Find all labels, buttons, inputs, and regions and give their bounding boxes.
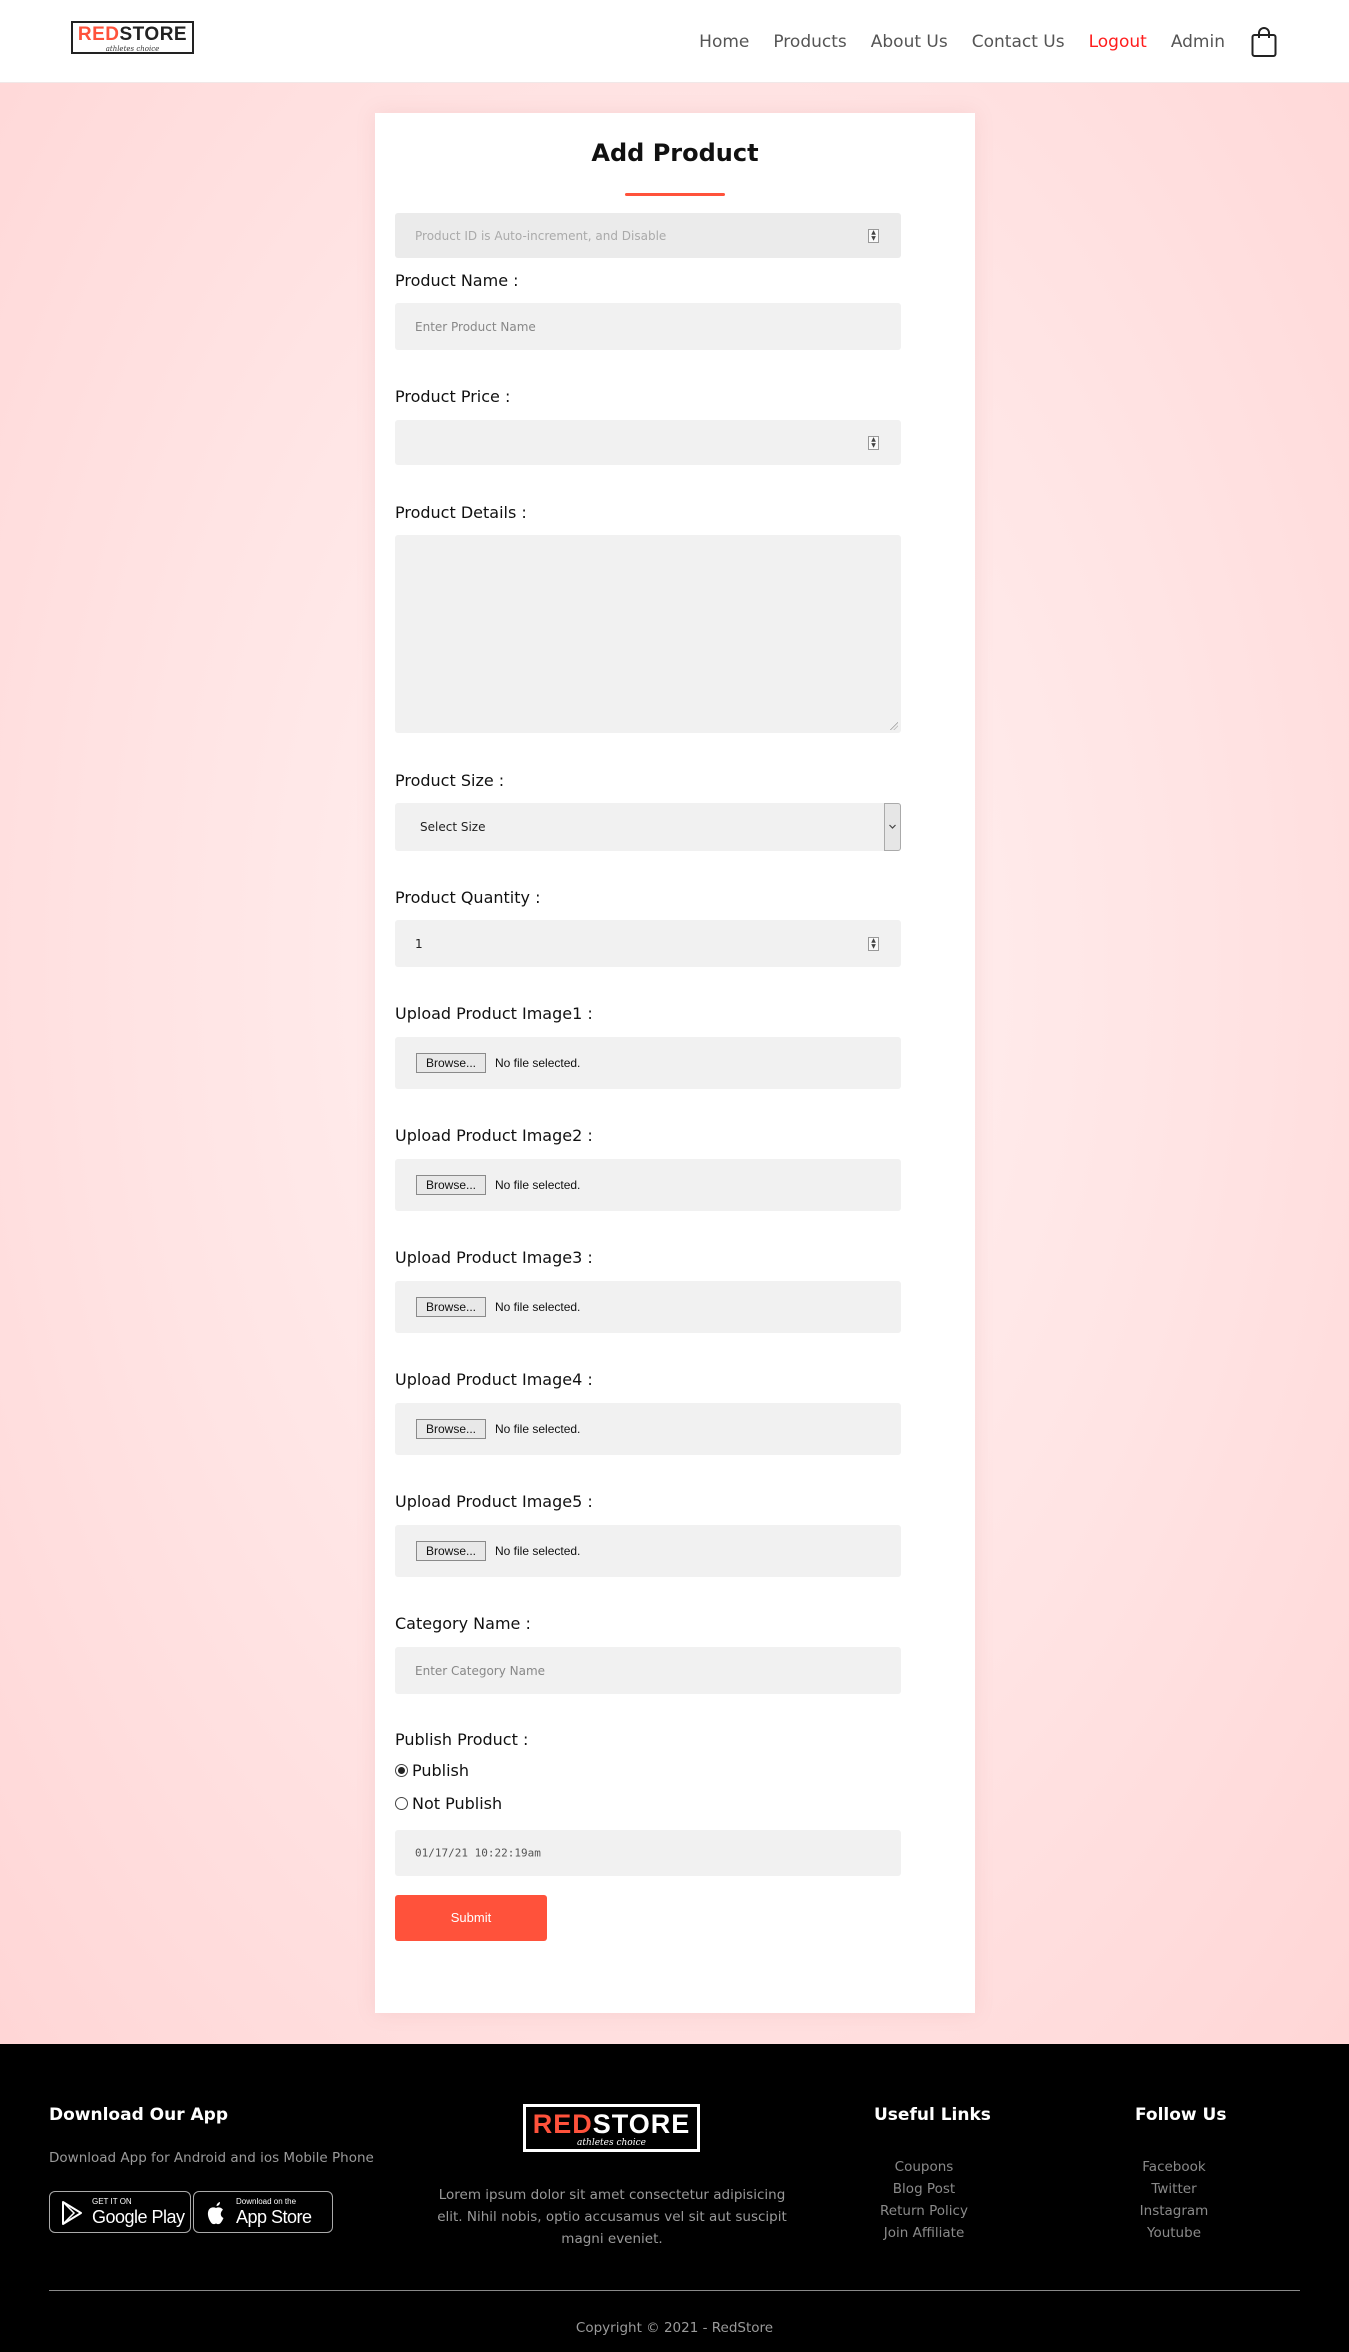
product-name-label: Product Name :: [395, 271, 519, 290]
nav-logout[interactable]: Logout: [1089, 32, 1147, 52]
download-app-title: Download Our App: [49, 2105, 229, 2125]
upload-image5-field: Browse... No file selected.: [395, 1525, 901, 1577]
main-content: Add Product Product ID is Auto-increment…: [0, 83, 1349, 2044]
link-instagram[interactable]: Instagram: [1084, 2200, 1264, 2222]
nav-about-us[interactable]: About Us: [871, 32, 948, 52]
link-coupons[interactable]: Coupons: [834, 2156, 1014, 2178]
spinner-icon: ▲ ▼: [868, 228, 879, 243]
browse-button[interactable]: Browse...: [416, 1419, 487, 1439]
radio-unchecked-icon[interactable]: [395, 1797, 408, 1810]
product-details-textarea[interactable]: [395, 535, 901, 733]
file-status: No file selected.: [495, 1300, 581, 1314]
play-store-icon: [62, 2201, 82, 2225]
product-name-input[interactable]: Enter Product Name: [395, 303, 901, 350]
product-quantity-input[interactable]: 1 ▲ ▼: [395, 920, 901, 967]
footer-divider: [49, 2290, 1300, 2291]
browse-button[interactable]: Browse...: [416, 1297, 487, 1317]
chevron-down-icon[interactable]: [884, 803, 901, 851]
shopping-bag-icon[interactable]: [1251, 26, 1277, 58]
upload-image2-label: Upload Product Image2 :: [395, 1126, 593, 1145]
upload-image4-field: Browse... No file selected.: [395, 1403, 901, 1455]
upload-image5-label: Upload Product Image5 :: [395, 1492, 593, 1511]
file-status: No file selected.: [495, 1422, 581, 1436]
timestamp-input: 01/17/21 10:22:19am: [395, 1830, 901, 1876]
product-price-input[interactable]: ▲ ▼: [395, 420, 901, 465]
follow-us-title: Follow Us: [1135, 2105, 1227, 2125]
radio-not-publish[interactable]: Not Publish: [395, 1794, 502, 1813]
link-blog-post[interactable]: Blog Post: [834, 2178, 1014, 2200]
product-quantity-label: Product Quantity :: [395, 888, 541, 907]
radio-publish[interactable]: Publish: [395, 1761, 469, 1780]
file-status: No file selected.: [495, 1544, 581, 1558]
footer-logo-wordmark: REDSTORE: [532, 2109, 691, 2139]
resize-grip-icon[interactable]: [890, 722, 898, 730]
google-play-badge[interactable]: GET IT ON Google Play: [49, 2191, 191, 2233]
nav-products[interactable]: Products: [773, 32, 846, 52]
follow-us-list: Facebook Twitter Instagram Youtube: [1084, 2156, 1264, 2244]
product-details-label: Product Details :: [395, 503, 527, 522]
footer-logo: REDSTORE athletes choice: [523, 2104, 700, 2152]
logo-tagline: athletes choice: [105, 45, 160, 53]
category-name-input[interactable]: Enter Category Name: [395, 1647, 901, 1694]
logo-wordmark: REDSTORE: [77, 24, 188, 45]
upload-image2-field: Browse... No file selected.: [395, 1159, 901, 1211]
main-nav: Home Products About Us Contact Us Logout…: [675, 0, 1349, 83]
link-youtube[interactable]: Youtube: [1084, 2222, 1264, 2244]
link-return-policy[interactable]: Return Policy: [834, 2200, 1014, 2222]
upload-image1-field: Browse... No file selected.: [395, 1037, 901, 1089]
file-status: No file selected.: [495, 1056, 581, 1070]
product-size-label: Product Size :: [395, 771, 505, 790]
site-footer: Download Our App Download App for Androi…: [0, 2044, 1349, 2352]
useful-links-list: Coupons Blog Post Return Policy Join Aff…: [834, 2156, 1014, 2244]
browse-button[interactable]: Browse...: [416, 1175, 487, 1195]
product-size-select[interactable]: Select Size: [395, 803, 901, 851]
app-store-badge[interactable]: Download on the App Store: [193, 2191, 333, 2233]
file-status: No file selected.: [495, 1178, 581, 1192]
product-price-label: Product Price :: [395, 387, 511, 406]
add-product-form: Add Product Product ID is Auto-increment…: [375, 113, 975, 2013]
useful-links-title: Useful Links: [874, 2105, 991, 2125]
link-twitter[interactable]: Twitter: [1084, 2178, 1264, 2200]
upload-image3-label: Upload Product Image3 :: [395, 1248, 593, 1267]
download-app-text: Download App for Android and ios Mobile …: [49, 2150, 374, 2166]
link-facebook[interactable]: Facebook: [1084, 2156, 1264, 2178]
product-id-input: Product ID is Auto-increment, and Disabl…: [395, 213, 901, 258]
category-name-label: Category Name :: [395, 1614, 531, 1633]
nav-contact-us[interactable]: Contact Us: [972, 32, 1065, 52]
form-title: Add Product: [591, 139, 759, 167]
upload-image3-field: Browse... No file selected.: [395, 1281, 901, 1333]
link-join-affiliate[interactable]: Join Affiliate: [834, 2222, 1014, 2244]
nav-admin[interactable]: Admin: [1171, 32, 1225, 52]
nav-home[interactable]: Home: [699, 32, 749, 52]
site-header: REDSTORE athletes choice Home Products A…: [0, 0, 1349, 83]
browse-button[interactable]: Browse...: [416, 1053, 487, 1073]
footer-description: Lorem ipsum dolor sit amet consectetur a…: [437, 2187, 787, 2247]
apple-icon: [207, 2202, 224, 2225]
spinner-icon[interactable]: ▲ ▼: [868, 435, 879, 450]
redstore-logo[interactable]: REDSTORE athletes choice: [71, 21, 194, 54]
upload-image1-label: Upload Product Image1 :: [395, 1004, 593, 1023]
title-underline: [625, 193, 725, 196]
copyright-text: Copyright © 2021 - RedStore: [575, 2320, 774, 2336]
spinner-icon[interactable]: ▲ ▼: [868, 936, 879, 951]
browse-button[interactable]: Browse...: [416, 1541, 487, 1561]
publish-product-label: Publish Product :: [395, 1730, 529, 1749]
submit-button[interactable]: Submit: [395, 1895, 547, 1941]
footer-logo-tagline: athletes choice: [577, 2138, 646, 2148]
upload-image4-label: Upload Product Image4 :: [395, 1370, 593, 1389]
radio-checked-icon[interactable]: [395, 1764, 408, 1777]
